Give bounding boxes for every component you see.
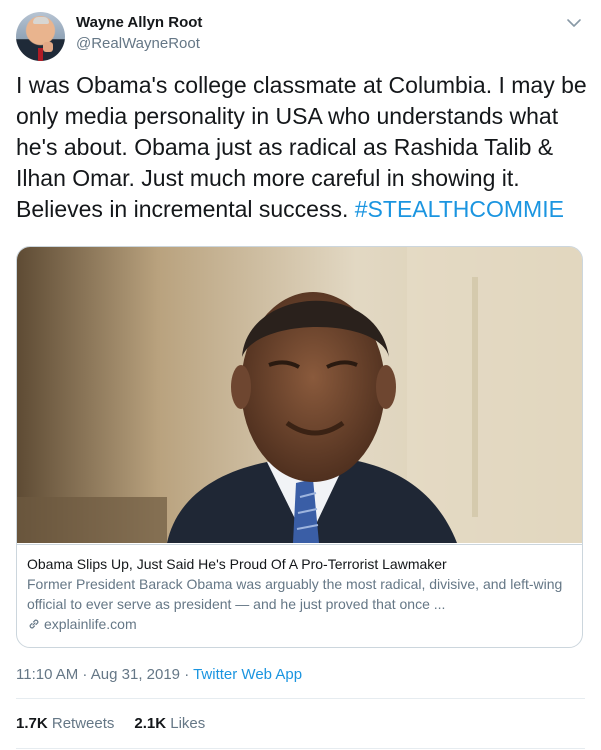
- chevron-down-icon[interactable]: [563, 12, 585, 34]
- likes-count: 2.1K: [134, 715, 167, 732]
- avatar-fist: [43, 42, 53, 52]
- likes-stat[interactable]: 2.1K Likes: [134, 715, 205, 732]
- author-name[interactable]: Wayne Allyn Root: [76, 14, 202, 31]
- meta-separator: ·: [180, 666, 194, 683]
- author-handle[interactable]: @RealWayneRoot: [76, 35, 200, 52]
- retweets-count: 1.7K: [16, 715, 48, 732]
- tweet: Wayne Allyn Root @RealWayneRoot I was Ob…: [0, 0, 601, 750]
- avatar[interactable]: [16, 12, 65, 61]
- tweet-date[interactable]: Aug 31, 2019: [91, 666, 180, 683]
- hashtag-link[interactable]: #STEALTHCOMMIE: [355, 196, 564, 222]
- card-photo: [17, 247, 582, 543]
- retweets-label: Retweets: [51, 715, 115, 732]
- tweet-text: I was Obama's college classmate at Colum…: [16, 70, 588, 225]
- tweet-stats: 1.7K Retweets 2.1K Likes: [16, 715, 205, 732]
- likes-label: Likes: [170, 715, 206, 732]
- avatar-tie: [38, 48, 43, 61]
- divider: [16, 698, 585, 699]
- link-icon: [29, 619, 39, 629]
- card-description: Former President Barack Obama was arguab…: [27, 576, 563, 612]
- tweet-meta: 11:10 AM · Aug 31, 2019 · Twitter Web Ap…: [16, 666, 302, 683]
- meta-separator: ·: [78, 666, 91, 683]
- tweet-time[interactable]: 11:10 AM: [16, 666, 78, 683]
- source-app-link[interactable]: Twitter Web App: [193, 666, 302, 683]
- card-domain-text: explainlife.com: [44, 616, 137, 632]
- card-title: Obama Slips Up, Just Said He's Proud Of …: [27, 556, 447, 572]
- divider: [16, 748, 585, 749]
- card-domain: explainlife.com: [27, 614, 572, 634]
- retweets-stat[interactable]: 1.7K Retweets: [16, 715, 114, 732]
- card-body: Obama Slips Up, Just Said He's Proud Of …: [17, 544, 582, 647]
- avatar-hair: [33, 17, 49, 24]
- link-card[interactable]: Obama Slips Up, Just Said He's Proud Of …: [16, 246, 583, 648]
